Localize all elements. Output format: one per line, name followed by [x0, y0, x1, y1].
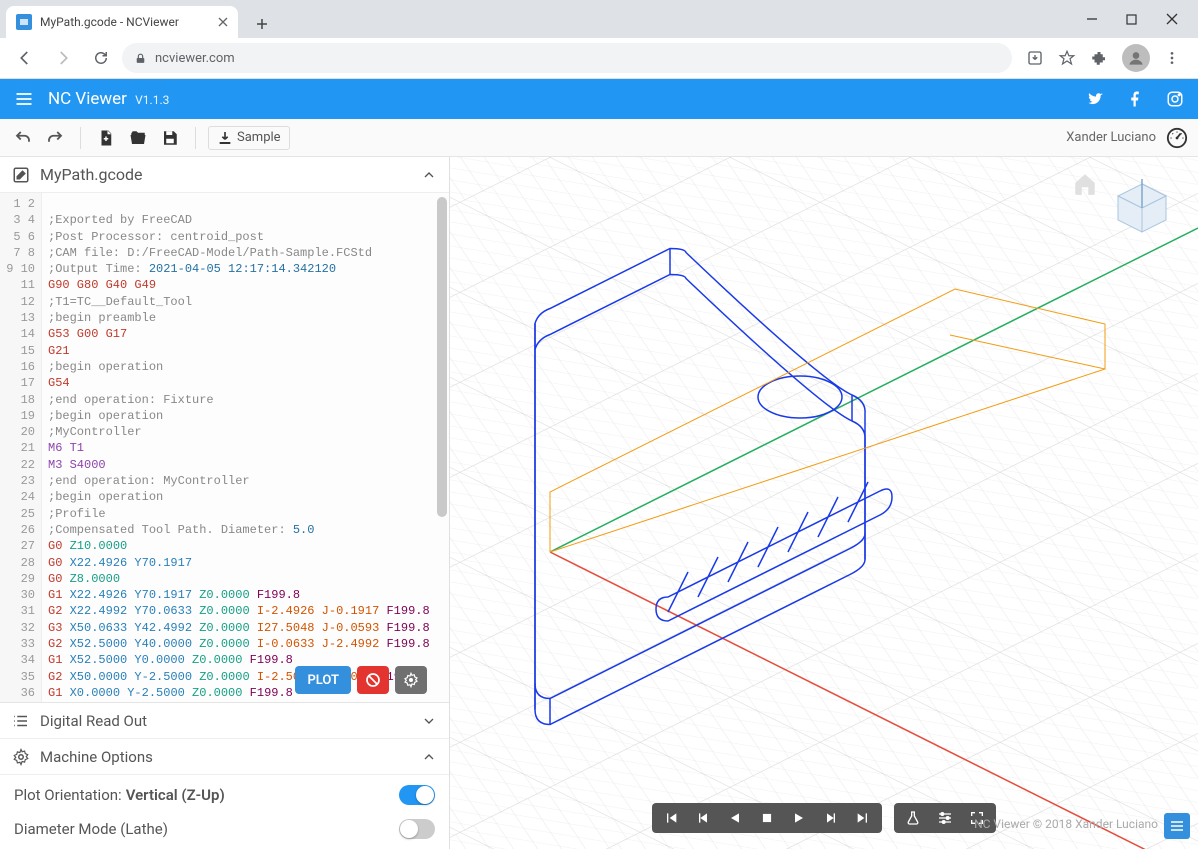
machine-options-label: Machine Options [40, 748, 153, 766]
toolbar-right: Xander Luciano [1066, 127, 1188, 149]
window-minimize-icon[interactable] [1086, 13, 1102, 25]
app-header: NC Viewer V1.1.3 [0, 79, 1198, 119]
step-forward-icon[interactable] [822, 809, 840, 827]
dro-panel-header[interactable]: Digital Read Out [0, 703, 449, 739]
url-field[interactable]: ncviewer.com [122, 43, 1012, 73]
list-icon [12, 712, 30, 730]
tab-strip: MyPath.gcode - NCViewer [0, 0, 1198, 38]
tab-title: MyPath.gcode - NCViewer [40, 15, 179, 29]
social-links [1086, 90, 1184, 108]
scrollbar-thumb[interactable] [437, 197, 447, 517]
playback-controls [652, 803, 882, 833]
instagram-icon[interactable] [1166, 90, 1184, 108]
dashboard-icon[interactable] [1166, 127, 1188, 149]
toolbar: Sample Xander Luciano [0, 119, 1198, 157]
chevron-down-icon [421, 713, 437, 729]
diameter-mode-toggle[interactable] [399, 819, 435, 839]
plot-orientation-toggle[interactable] [399, 785, 435, 805]
edit-icon [12, 166, 30, 184]
line-gutter: 1 2 3 4 5 6 7 8 9 10 11 12 13 14 15 16 1… [0, 193, 42, 702]
window-close-icon[interactable] [1166, 13, 1182, 25]
footer-credit: NC Viewer © 2018 Xander Luciano [974, 817, 1158, 831]
address-bar-icons [1016, 44, 1190, 72]
play-icon[interactable] [790, 809, 808, 827]
cancel-button[interactable] [357, 666, 389, 694]
favicon-icon [16, 14, 32, 30]
url-text: ncviewer.com [155, 51, 235, 66]
browser-chrome: MyPath.gcode - NCViewer ncviewer.com [0, 0, 1198, 79]
chevron-up-icon [421, 167, 437, 183]
file-panel-header[interactable]: MyPath.gcode [0, 157, 449, 193]
code-editor[interactable]: 1 2 3 4 5 6 7 8 9 10 11 12 13 14 15 16 1… [0, 193, 449, 703]
app-title-text: NC Viewer [48, 89, 127, 109]
flask-icon[interactable] [904, 809, 922, 827]
chevron-up-icon [421, 749, 437, 765]
machine-options-panel-header[interactable]: Machine Options [0, 739, 449, 775]
undo-button[interactable] [10, 125, 36, 151]
new-file-button[interactable] [93, 125, 119, 151]
sliders-icon[interactable] [936, 809, 954, 827]
nav-back-button[interactable] [8, 43, 42, 73]
app-title: NC Viewer V1.1.3 [48, 89, 169, 109]
skip-start-icon[interactable] [662, 809, 680, 827]
skip-end-icon[interactable] [854, 809, 872, 827]
grid-background [450, 157, 1198, 849]
plot-orientation-value: Vertical (Z-Up) [126, 786, 225, 804]
machine-options-body: Plot Orientation: Vertical (Z-Up) Diamet… [0, 775, 449, 849]
download-icon[interactable] [1026, 49, 1044, 67]
redo-button[interactable] [42, 125, 68, 151]
3d-viewport[interactable]: NC Viewer © 2018 Xander Luciano [450, 157, 1198, 849]
twitter-icon[interactable] [1086, 90, 1104, 108]
plot-button[interactable]: PLOT [295, 666, 351, 694]
code-action-buttons: PLOT [295, 666, 427, 694]
settings-button[interactable] [395, 666, 427, 694]
left-panel: MyPath.gcode 1 2 3 4 5 6 7 8 9 10 11 12 … [0, 157, 450, 849]
app-version: V1.1.3 [135, 93, 169, 107]
footer-logo-icon[interactable] [1164, 813, 1190, 839]
sample-button[interactable]: Sample [208, 126, 290, 150]
view-cube-gizmo[interactable] [1112, 179, 1172, 239]
stop-icon[interactable] [758, 809, 776, 827]
tab-close-icon[interactable] [218, 17, 228, 27]
toolbar-separator [80, 127, 81, 149]
playback-bar [652, 803, 996, 833]
bookmark-icon[interactable] [1058, 49, 1076, 67]
user-name: Xander Luciano [1066, 130, 1156, 145]
window-maximize-icon[interactable] [1126, 14, 1142, 25]
file-name: MyPath.gcode [40, 165, 143, 184]
window-controls [1086, 0, 1192, 38]
extensions-icon[interactable] [1090, 49, 1108, 67]
plot-orientation-label: Plot Orientation: [14, 786, 122, 804]
nav-reload-button[interactable] [84, 43, 118, 73]
sample-label: Sample [237, 130, 281, 145]
diameter-mode-label: Diameter Mode (Lathe) [14, 820, 168, 838]
browser-tab[interactable]: MyPath.gcode - NCViewer [6, 6, 238, 38]
new-tab-button[interactable] [248, 10, 276, 38]
play-reverse-icon[interactable] [726, 809, 744, 827]
home-view-icon[interactable] [1072, 171, 1098, 197]
toolbar-separator [195, 127, 196, 149]
step-back-icon[interactable] [694, 809, 712, 827]
open-file-button[interactable] [125, 125, 151, 151]
browser-menu-icon[interactable] [1164, 50, 1180, 66]
address-bar: ncviewer.com [0, 38, 1198, 78]
lock-icon [134, 52, 147, 65]
save-file-button[interactable] [157, 125, 183, 151]
gear-icon [12, 748, 30, 766]
hamburger-menu-icon[interactable] [14, 89, 34, 109]
main-area: MyPath.gcode 1 2 3 4 5 6 7 8 9 10 11 12 … [0, 157, 1198, 849]
code-content[interactable]: ;Exported by FreeCAD;Post Processor: cen… [42, 193, 449, 702]
plot-orientation-row: Plot Orientation: Vertical (Z-Up) [14, 785, 435, 805]
profile-avatar-icon[interactable] [1122, 44, 1150, 72]
nav-forward-button[interactable] [46, 43, 80, 73]
facebook-icon[interactable] [1126, 90, 1144, 108]
plot-button-label: PLOT [307, 673, 339, 688]
diameter-mode-row: Diameter Mode (Lathe) [14, 819, 435, 839]
dro-label: Digital Read Out [40, 712, 147, 730]
